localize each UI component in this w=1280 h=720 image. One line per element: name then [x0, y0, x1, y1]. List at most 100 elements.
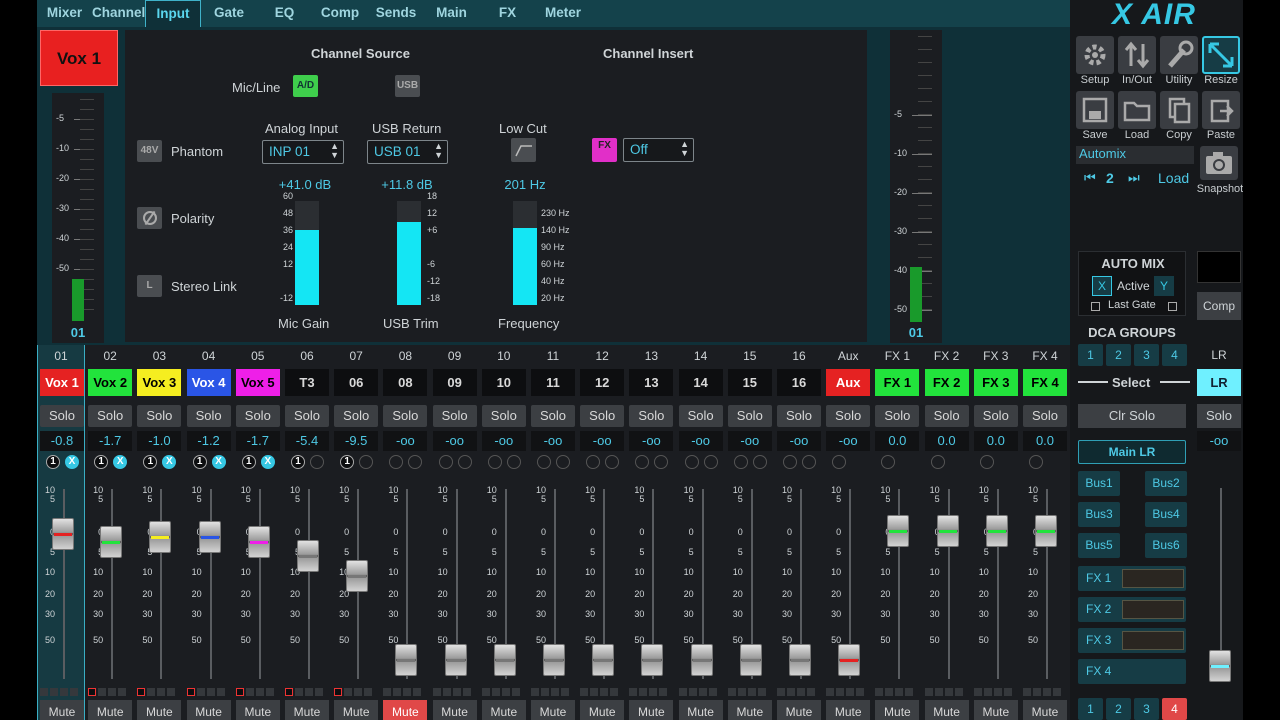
- channel-name-button[interactable]: 14: [678, 369, 723, 396]
- snapshot-button[interactable]: [1200, 146, 1238, 180]
- lr-fader-knob[interactable]: [1209, 650, 1231, 682]
- dca-indicator[interactable]: [832, 455, 847, 469]
- automix-indicator[interactable]: [556, 455, 570, 469]
- polarity-button[interactable]: [137, 207, 162, 229]
- mute-button[interactable]: Mute: [137, 700, 182, 720]
- automix-indicator[interactable]: [654, 455, 669, 469]
- fader-knob[interactable]: [346, 560, 369, 593]
- solo-button[interactable]: Solo: [88, 405, 133, 427]
- fader-knob[interactable]: [444, 644, 467, 676]
- inout-button[interactable]: [1118, 36, 1156, 74]
- snapshot-load-button[interactable]: Load: [1158, 170, 1189, 186]
- fader-knob[interactable]: [493, 644, 516, 676]
- usb-button[interactable]: USB: [395, 75, 420, 97]
- channel-name-button[interactable]: 15: [727, 369, 772, 396]
- fx-slot-4[interactable]: FX 4: [1078, 659, 1186, 684]
- lr-name[interactable]: LR: [1197, 369, 1241, 396]
- channel-name-button[interactable]: 06: [334, 369, 379, 396]
- solo-button[interactable]: Solo: [1023, 405, 1067, 427]
- automix-indicator[interactable]: [703, 455, 718, 469]
- tab-sends[interactable]: Sends: [368, 0, 424, 27]
- copy-button[interactable]: [1160, 91, 1198, 129]
- tab-meter[interactable]: Meter: [536, 0, 590, 27]
- bus-button-6[interactable]: Bus6: [1145, 533, 1187, 558]
- solo-button[interactable]: Solo: [137, 405, 182, 427]
- mute-button[interactable]: Mute: [235, 700, 280, 720]
- mute-button[interactable]: Mute: [334, 700, 379, 720]
- automix-x-indicator[interactable]: X: [65, 455, 79, 469]
- bus-button-5[interactable]: Bus5: [1078, 533, 1120, 558]
- solo-button[interactable]: Solo: [973, 405, 1018, 427]
- automix-indicator[interactable]: [752, 455, 767, 469]
- dca-one-indicator[interactable]: 1: [94, 455, 109, 469]
- mute-button[interactable]: Mute: [629, 700, 674, 720]
- insert-select[interactable]: Off ▲ ▼: [623, 138, 694, 162]
- last-gate-checkbox[interactable]: [1091, 302, 1100, 311]
- mute-button[interactable]: Mute: [973, 700, 1018, 720]
- mute-button[interactable]: Mute: [826, 700, 871, 720]
- solo-button[interactable]: Solo: [678, 405, 723, 427]
- utility-button[interactable]: [1160, 36, 1198, 74]
- automix-indicator[interactable]: [506, 455, 521, 469]
- channel-name-button[interactable]: Vox 5: [235, 369, 280, 396]
- channel-name-button[interactable]: 13: [629, 369, 674, 396]
- phantom-48v-button[interactable]: 48V: [137, 140, 162, 162]
- solo-button[interactable]: Solo: [580, 405, 625, 427]
- channel-name-button[interactable]: FX 3: [973, 369, 1018, 396]
- fader-knob[interactable]: [297, 539, 319, 572]
- mute-button[interactable]: Mute: [432, 700, 477, 720]
- automix-x-indicator[interactable]: X: [162, 455, 177, 469]
- fader-knob[interactable]: [395, 644, 418, 676]
- bottom-dca-2[interactable]: 2: [1106, 698, 1131, 720]
- channel-name-button[interactable]: 16: [777, 369, 821, 396]
- bus-button-4[interactable]: Bus4: [1145, 502, 1187, 527]
- channel-name-button[interactable]: 12: [580, 369, 625, 396]
- dca-indicator[interactable]: [586, 455, 601, 469]
- bottom-dca-3[interactable]: 3: [1134, 698, 1159, 720]
- fader-knob[interactable]: [838, 644, 861, 676]
- tab-eq[interactable]: EQ: [257, 0, 312, 27]
- dca-group-2[interactable]: 2: [1106, 344, 1131, 366]
- tab-channel[interactable]: Channel: [92, 0, 145, 27]
- channel-name-button[interactable]: 08: [383, 369, 428, 396]
- save-button[interactable]: [1076, 91, 1114, 129]
- fader-knob[interactable]: [789, 644, 811, 676]
- channel-name-button[interactable]: FX 2: [924, 369, 969, 396]
- load-button[interactable]: [1118, 91, 1156, 129]
- solo-button[interactable]: Solo: [432, 405, 477, 427]
- solo-button[interactable]: Solo: [727, 405, 772, 427]
- last-gate-checkbox-2[interactable]: [1168, 302, 1177, 311]
- mute-button[interactable]: Mute: [580, 700, 625, 720]
- automix-x-indicator[interactable]: X: [211, 455, 226, 469]
- mute-button[interactable]: Mute: [678, 700, 723, 720]
- solo-button[interactable]: Solo: [481, 405, 526, 427]
- next-snapshot-icon[interactable]: ⏭: [1128, 170, 1140, 186]
- resize-button[interactable]: [1202, 36, 1240, 74]
- solo-button[interactable]: Solo: [629, 405, 674, 427]
- fader-knob[interactable]: [739, 644, 762, 676]
- mute-button[interactable]: Mute: [481, 700, 526, 720]
- channel-name-button[interactable]: Vox 3: [137, 369, 182, 396]
- channel-name-button[interactable]: FX 1: [875, 369, 920, 396]
- fader-knob[interactable]: [690, 644, 713, 676]
- dca-indicator[interactable]: [733, 455, 748, 469]
- bottom-dca-1[interactable]: 1: [1078, 698, 1103, 720]
- mute-button[interactable]: Mute: [383, 700, 428, 720]
- solo-button[interactable]: Solo: [383, 405, 428, 427]
- fader-knob[interactable]: [936, 514, 959, 547]
- automix-x-button[interactable]: X: [1092, 276, 1112, 296]
- automix-x-indicator[interactable]: X: [113, 455, 128, 469]
- dca-indicator[interactable]: [979, 455, 994, 469]
- tab-input[interactable]: Input: [145, 0, 201, 27]
- dca-one-indicator[interactable]: 1: [143, 455, 158, 469]
- dca-group-3[interactable]: 3: [1134, 344, 1159, 366]
- fader-knob[interactable]: [247, 526, 270, 559]
- tab-comp[interactable]: Comp: [312, 0, 368, 27]
- fx-insert-button[interactable]: FX: [592, 138, 617, 162]
- mute-button[interactable]: Mute: [924, 700, 969, 720]
- main-lr-button[interactable]: Main LR: [1078, 440, 1186, 464]
- automix-indicator[interactable]: [605, 455, 620, 469]
- fader-knob[interactable]: [198, 520, 221, 553]
- solo-button[interactable]: Solo: [531, 405, 575, 427]
- fader-knob[interactable]: [641, 644, 664, 676]
